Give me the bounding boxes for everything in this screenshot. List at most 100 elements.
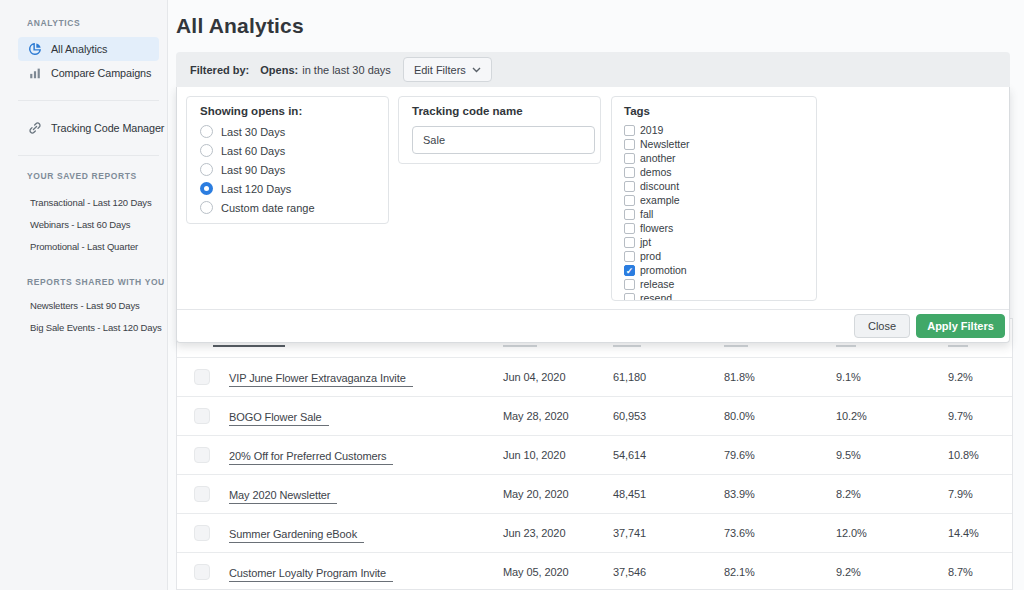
tags-filter-group: Tags 2019 Newsletter another xyxy=(611,96,817,301)
radio-option[interactable]: Last 120 Days xyxy=(200,179,375,198)
shared-report-link[interactable]: Newsletters - Last 90 Days xyxy=(30,300,167,312)
tag-option[interactable]: example xyxy=(624,193,804,207)
campaign-name-link[interactable]: May 2020 Newsletter xyxy=(229,489,337,504)
row-checkbox[interactable] xyxy=(194,486,210,502)
radio-label: Last 60 Days xyxy=(221,145,285,157)
main-content: All Analytics Filtered by: Opens: in the… xyxy=(168,0,1024,590)
campaign-table: VIP June Flower Extravaganza Invite Jun … xyxy=(176,318,1013,590)
radio-option[interactable]: Last 60 Days xyxy=(200,141,375,160)
pct2-cell: 10.2% xyxy=(836,410,948,422)
tag-checkbox[interactable] xyxy=(624,279,635,290)
saved-report-link[interactable]: Promotional - Last Quarter xyxy=(30,241,167,253)
pct1-cell: 80.0% xyxy=(724,410,836,422)
tag-checkbox[interactable] xyxy=(624,209,635,220)
obscured-text xyxy=(613,345,641,347)
tag-checkbox[interactable] xyxy=(624,125,635,136)
radio-button[interactable] xyxy=(200,182,213,195)
row-checkbox[interactable] xyxy=(194,369,210,385)
campaign-name-cell: May 2020 Newsletter xyxy=(229,485,503,503)
filter-bar: Filtered by: Opens: in the last 30 days … xyxy=(176,52,1010,87)
tag-option[interactable]: demos xyxy=(624,165,804,179)
tag-checkbox[interactable] xyxy=(624,167,635,178)
saved-report-link[interactable]: Webinars - Last 60 Days xyxy=(30,219,167,231)
pct3-cell: 8.7% xyxy=(948,566,1014,578)
sidebar-divider xyxy=(18,100,159,101)
row-checkbox[interactable] xyxy=(194,447,210,463)
close-button[interactable]: Close xyxy=(854,314,910,338)
tag-option[interactable]: release xyxy=(624,277,804,291)
tag-checkbox[interactable] xyxy=(624,195,635,206)
pct3-cell: 7.9% xyxy=(948,488,1014,500)
tag-checkbox[interactable] xyxy=(624,251,635,262)
tag-option[interactable]: jpt xyxy=(624,235,804,249)
table-row[interactable]: 20% Off for Preferred Customers Jun 10, … xyxy=(177,436,1012,475)
tag-option[interactable]: prod xyxy=(624,249,804,263)
radio-option[interactable]: Last 90 Days xyxy=(200,160,375,179)
tag-option[interactable]: another xyxy=(624,151,804,165)
tag-label: example xyxy=(640,194,680,206)
sidebar-item-compare-campaigns[interactable]: Compare Campaigns xyxy=(18,61,159,85)
pct1-cell: 79.6% xyxy=(724,449,836,461)
tag-checkbox[interactable] xyxy=(624,153,635,164)
tag-checkbox[interactable] xyxy=(624,237,635,248)
campaign-name-link[interactable]: VIP June Flower Extravaganza Invite xyxy=(229,372,413,387)
table-row[interactable]: VIP June Flower Extravaganza Invite Jun … xyxy=(177,358,1012,397)
shared-report-link[interactable]: Big Sale Events - Last 120 Days xyxy=(30,322,167,334)
obscured-text xyxy=(724,345,748,347)
count-cell: 48,451 xyxy=(613,488,724,500)
row-checkbox[interactable] xyxy=(194,525,210,541)
sidebar-item-all-analytics[interactable]: All Analytics xyxy=(18,37,159,61)
tag-option[interactable]: fall xyxy=(624,207,804,221)
radio-button[interactable] xyxy=(200,163,213,176)
page-title: All Analytics xyxy=(176,14,304,38)
radio-option[interactable]: Last 30 Days xyxy=(200,122,375,141)
tag-option[interactable]: promotion xyxy=(624,263,804,277)
pct2-cell: 9.5% xyxy=(836,449,948,461)
radio-button[interactable] xyxy=(200,125,213,138)
campaign-name-cell: 20% Off for Preferred Customers xyxy=(229,446,503,464)
table-row[interactable]: Customer Loyalty Program Invite May 05, … xyxy=(177,553,1012,590)
tag-label: discount xyxy=(640,180,679,192)
tag-checkbox[interactable] xyxy=(624,139,635,150)
radio-option[interactable]: Custom date range xyxy=(200,198,375,217)
tag-checkbox[interactable] xyxy=(624,181,635,192)
tag-option[interactable]: Newsletter xyxy=(624,137,804,151)
tag-option[interactable]: flowers xyxy=(624,221,804,235)
sidebar-section-shared-reports: REPORTS SHARED WITH YOU xyxy=(27,277,167,287)
table-row[interactable]: Summer Gardening eBook Jun 23, 2020 37,7… xyxy=(177,514,1012,553)
pct1-cell: 82.1% xyxy=(724,566,836,578)
sidebar-item-tracking-code-manager[interactable]: Tracking Code Manager xyxy=(18,116,159,140)
apply-filters-button[interactable]: Apply Filters xyxy=(916,314,1005,338)
pct3-cell: 9.7% xyxy=(948,410,1014,422)
count-cell: 37,546 xyxy=(613,566,724,578)
tag-option[interactable]: 2019 xyxy=(624,123,804,137)
tag-checkbox[interactable] xyxy=(624,223,635,234)
campaign-name-link[interactable]: BOGO Flower Sale xyxy=(229,411,329,426)
radio-button[interactable] xyxy=(200,201,213,214)
tag-option[interactable]: discount xyxy=(624,179,804,193)
tag-checkbox[interactable] xyxy=(624,265,635,276)
radio-label: Custom date range xyxy=(221,202,315,214)
table-row[interactable]: May 2020 Newsletter May 20, 2020 48,451 … xyxy=(177,475,1012,514)
table-row[interactable]: BOGO Flower Sale May 28, 2020 60,953 80.… xyxy=(177,397,1012,436)
campaign-name-link[interactable]: 20% Off for Preferred Customers xyxy=(229,450,393,465)
row-checkbox[interactable] xyxy=(194,408,210,424)
row-checkbox[interactable] xyxy=(194,564,210,580)
campaign-name-link[interactable]: Summer Gardening eBook xyxy=(229,528,364,543)
tag-checkbox[interactable] xyxy=(624,293,635,302)
saved-report-link[interactable]: Transactional - Last 120 Days xyxy=(30,197,167,209)
campaign-name-cell: Summer Gardening eBook xyxy=(229,524,503,542)
table-body: VIP June Flower Extravaganza Invite Jun … xyxy=(177,358,1012,590)
opens-radio-list: Last 30 Days Last 60 Days Last 90 Days xyxy=(200,122,375,217)
edit-filters-button[interactable]: Edit Filters xyxy=(403,57,492,82)
tracking-code-input[interactable] xyxy=(412,126,595,154)
campaign-name-link[interactable]: Customer Loyalty Program Invite xyxy=(229,567,393,582)
sidebar: ANALYTICS All Analytics Compare Campaign… xyxy=(0,0,168,590)
radio-button[interactable] xyxy=(200,144,213,157)
obscured-text xyxy=(948,345,968,347)
pct1-cell: 83.9% xyxy=(724,488,836,500)
filter-panel-footer: Close Apply Filters xyxy=(177,309,1009,342)
tag-option[interactable]: resend xyxy=(624,291,804,301)
campaign-name-cell: BOGO Flower Sale xyxy=(229,407,503,425)
tag-label: prod xyxy=(640,250,661,262)
